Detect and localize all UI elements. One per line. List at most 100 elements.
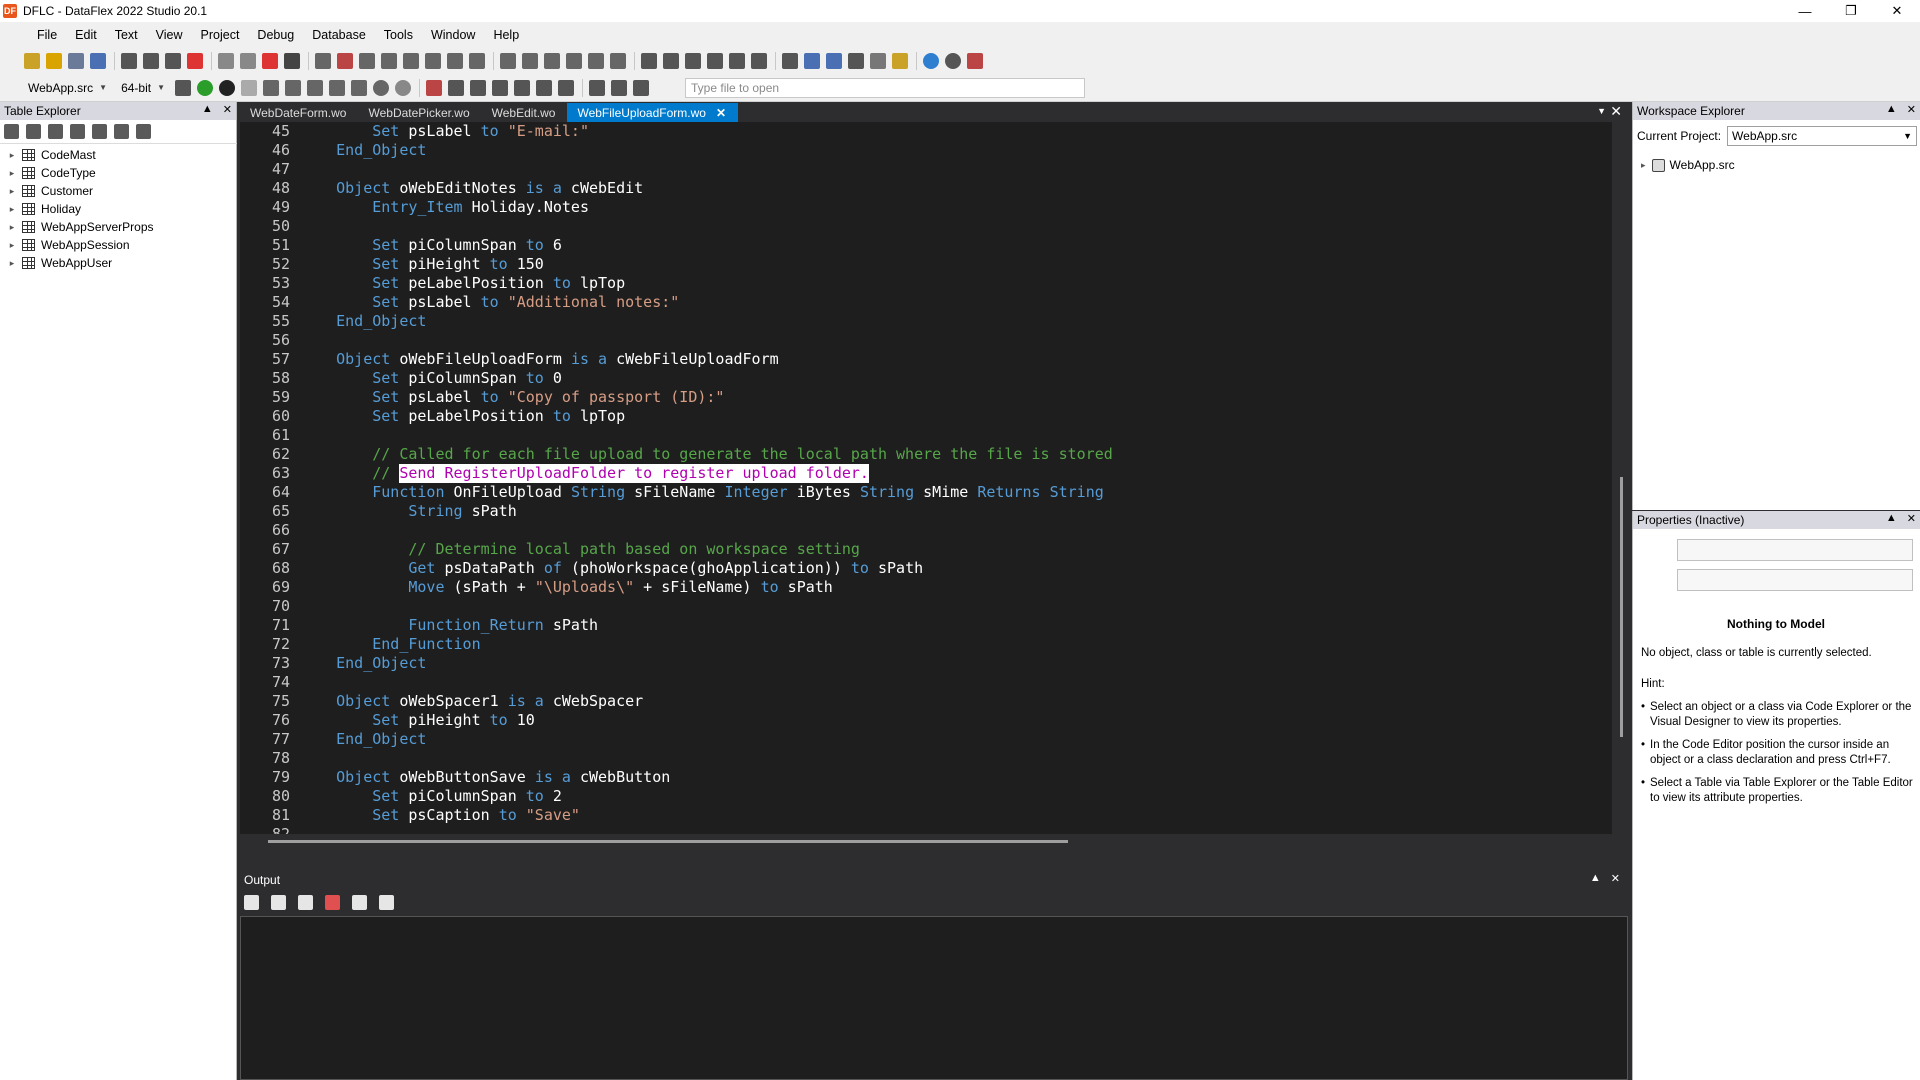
chevron-right-icon[interactable]: ▸ [6,222,18,233]
delete-icon[interactable] [187,53,203,69]
redo-icon[interactable] [240,53,256,69]
undo-icon[interactable] [218,53,234,69]
code-line[interactable]: Set psLabel to "Additional notes:" [300,293,1600,312]
code-line[interactable]: Function_Return sPath [300,616,1600,635]
align-right-icon[interactable] [707,53,723,69]
preview-icon[interactable] [633,79,650,96]
code-line[interactable]: Set peLabelPosition to lpTop [300,407,1600,426]
web-dialog-icon[interactable] [544,53,560,69]
web-object-icon[interactable] [500,53,516,69]
menu-file[interactable]: File [28,28,66,42]
code-line[interactable]: Set piColumnSpan to 2 [300,787,1600,806]
chevron-right-icon[interactable]: ▸ [6,186,18,197]
tab-webdateform[interactable]: WebDateForm.wo [240,103,358,122]
code-line[interactable] [300,217,1600,236]
horizontal-scrollbar[interactable] [240,834,1612,850]
code-line[interactable]: End_Object [300,312,1600,331]
code-line[interactable]: End_Function [300,635,1600,654]
close-icon[interactable]: ✕ [1611,872,1620,885]
view-icon[interactable] [337,53,353,69]
table-fields-icon[interactable] [92,124,107,139]
align-center-icon[interactable] [685,53,701,69]
previous-message-icon[interactable] [244,894,259,910]
code-line[interactable]: Set psCaption to "Save" [300,806,1600,825]
object-selector[interactable] [1677,539,1913,561]
report-icon[interactable] [403,53,419,69]
code-line[interactable] [300,597,1600,616]
goto-icon[interactable] [804,53,820,69]
close-window-button[interactable]: ✕ [1874,0,1920,22]
table-row[interactable]: ▸ Holiday [0,200,237,218]
code-line[interactable]: End_Object [300,141,1600,160]
print-icon[interactable] [284,53,300,69]
chevron-right-icon[interactable]: ▸ [6,258,18,269]
toggle-breakpoint-icon[interactable] [373,79,390,96]
continue-icon[interactable] [241,79,258,96]
code-line[interactable]: Object oWebFileUploadForm is a cWebFileU… [300,350,1600,369]
table-row[interactable]: ▸ Customer [0,182,237,200]
table-row[interactable]: ▸ WebAppUser [0,254,237,272]
table-row[interactable]: ▸ WebAppSession [0,236,237,254]
code-line[interactable]: Object oWebButtonSave is a cWebButton [300,768,1600,787]
options-icon[interactable] [967,53,983,69]
chevron-right-icon[interactable]: ▸ [6,168,18,179]
current-project-select[interactable]: WebApp.src ▼ [1727,126,1918,146]
pin-icon[interactable]: ▲ [1886,512,1897,525]
code-line[interactable] [300,521,1600,540]
code-line[interactable]: Object oWebEditNotes is a cWebEdit [300,179,1600,198]
table-row[interactable]: ▸ WebAppServerProps [0,218,237,236]
run-to-cursor-icon[interactable] [329,79,346,96]
menu-window[interactable]: Window [422,28,484,42]
table-edit-icon[interactable] [70,124,85,139]
list-icon[interactable] [558,79,575,96]
minimize-button[interactable]: — [1782,0,1828,22]
clear-breakpoints-icon[interactable] [395,79,412,96]
run-icon[interactable] [197,79,214,96]
code-line[interactable] [300,331,1600,350]
form-icon[interactable] [359,53,375,69]
class-icon[interactable] [425,53,441,69]
code-line[interactable] [300,426,1600,445]
pause-icon[interactable] [219,79,236,96]
code-line[interactable]: Entry_Item Holiday.Notes [300,198,1600,217]
chevron-right-icon[interactable]: ▸ [1641,160,1646,171]
code-line[interactable]: // Called for each file upload to genera… [300,445,1600,464]
menu-project[interactable]: Project [192,28,249,42]
align-icon[interactable] [641,53,657,69]
close-editor-icon[interactable]: ✕ [1610,103,1622,120]
code-line[interactable]: Set piColumnSpan to 0 [300,369,1600,388]
tab-webfileuploadform[interactable]: WebFileUploadForm.wo ✕ [567,103,739,122]
step-into-icon[interactable] [285,79,302,96]
code-line[interactable] [300,749,1600,768]
compile-icon[interactable] [175,79,192,96]
code-line[interactable]: // Send RegisterUploadFolder to register… [300,464,1600,483]
layout-icon[interactable] [611,79,628,96]
bitness-combo[interactable]: 64-bit ▼ [117,78,169,98]
pin-icon[interactable]: ▲ [202,103,213,116]
dialog-icon[interactable] [381,53,397,69]
copy-output-icon[interactable] [298,894,313,910]
table-view-icon[interactable] [4,124,19,139]
code-line[interactable]: // Determine local path based on workspa… [300,540,1600,559]
grid-icon[interactable] [589,79,606,96]
web-icon[interactable] [945,53,961,69]
scrollbar-thumb[interactable] [1620,477,1623,737]
compare-icon[interactable] [870,53,886,69]
window-icon[interactable] [315,53,331,69]
maximize-button[interactable]: ❐ [1828,0,1874,22]
component-icon[interactable] [469,53,485,69]
code-line[interactable]: Object oWebSpacer1 is a cWebSpacer [300,692,1600,711]
open-folder-icon[interactable] [46,53,62,69]
help-icon[interactable] [923,53,939,69]
code-line[interactable]: End_Object [300,730,1600,749]
workspace-tree-root[interactable]: ▸ WebApp.src [1641,158,1735,172]
output-text-area[interactable] [240,916,1628,1080]
filter-icon[interactable] [114,124,129,139]
table-row[interactable]: ▸ CodeType [0,164,237,182]
table-icon[interactable] [536,79,553,96]
close-icon[interactable]: ✕ [223,103,232,116]
chevron-right-icon[interactable]: ▸ [6,150,18,161]
chevron-right-icon[interactable]: ▸ [6,240,18,251]
menu-debug[interactable]: Debug [248,28,303,42]
chevron-right-icon[interactable]: ▸ [6,204,18,215]
